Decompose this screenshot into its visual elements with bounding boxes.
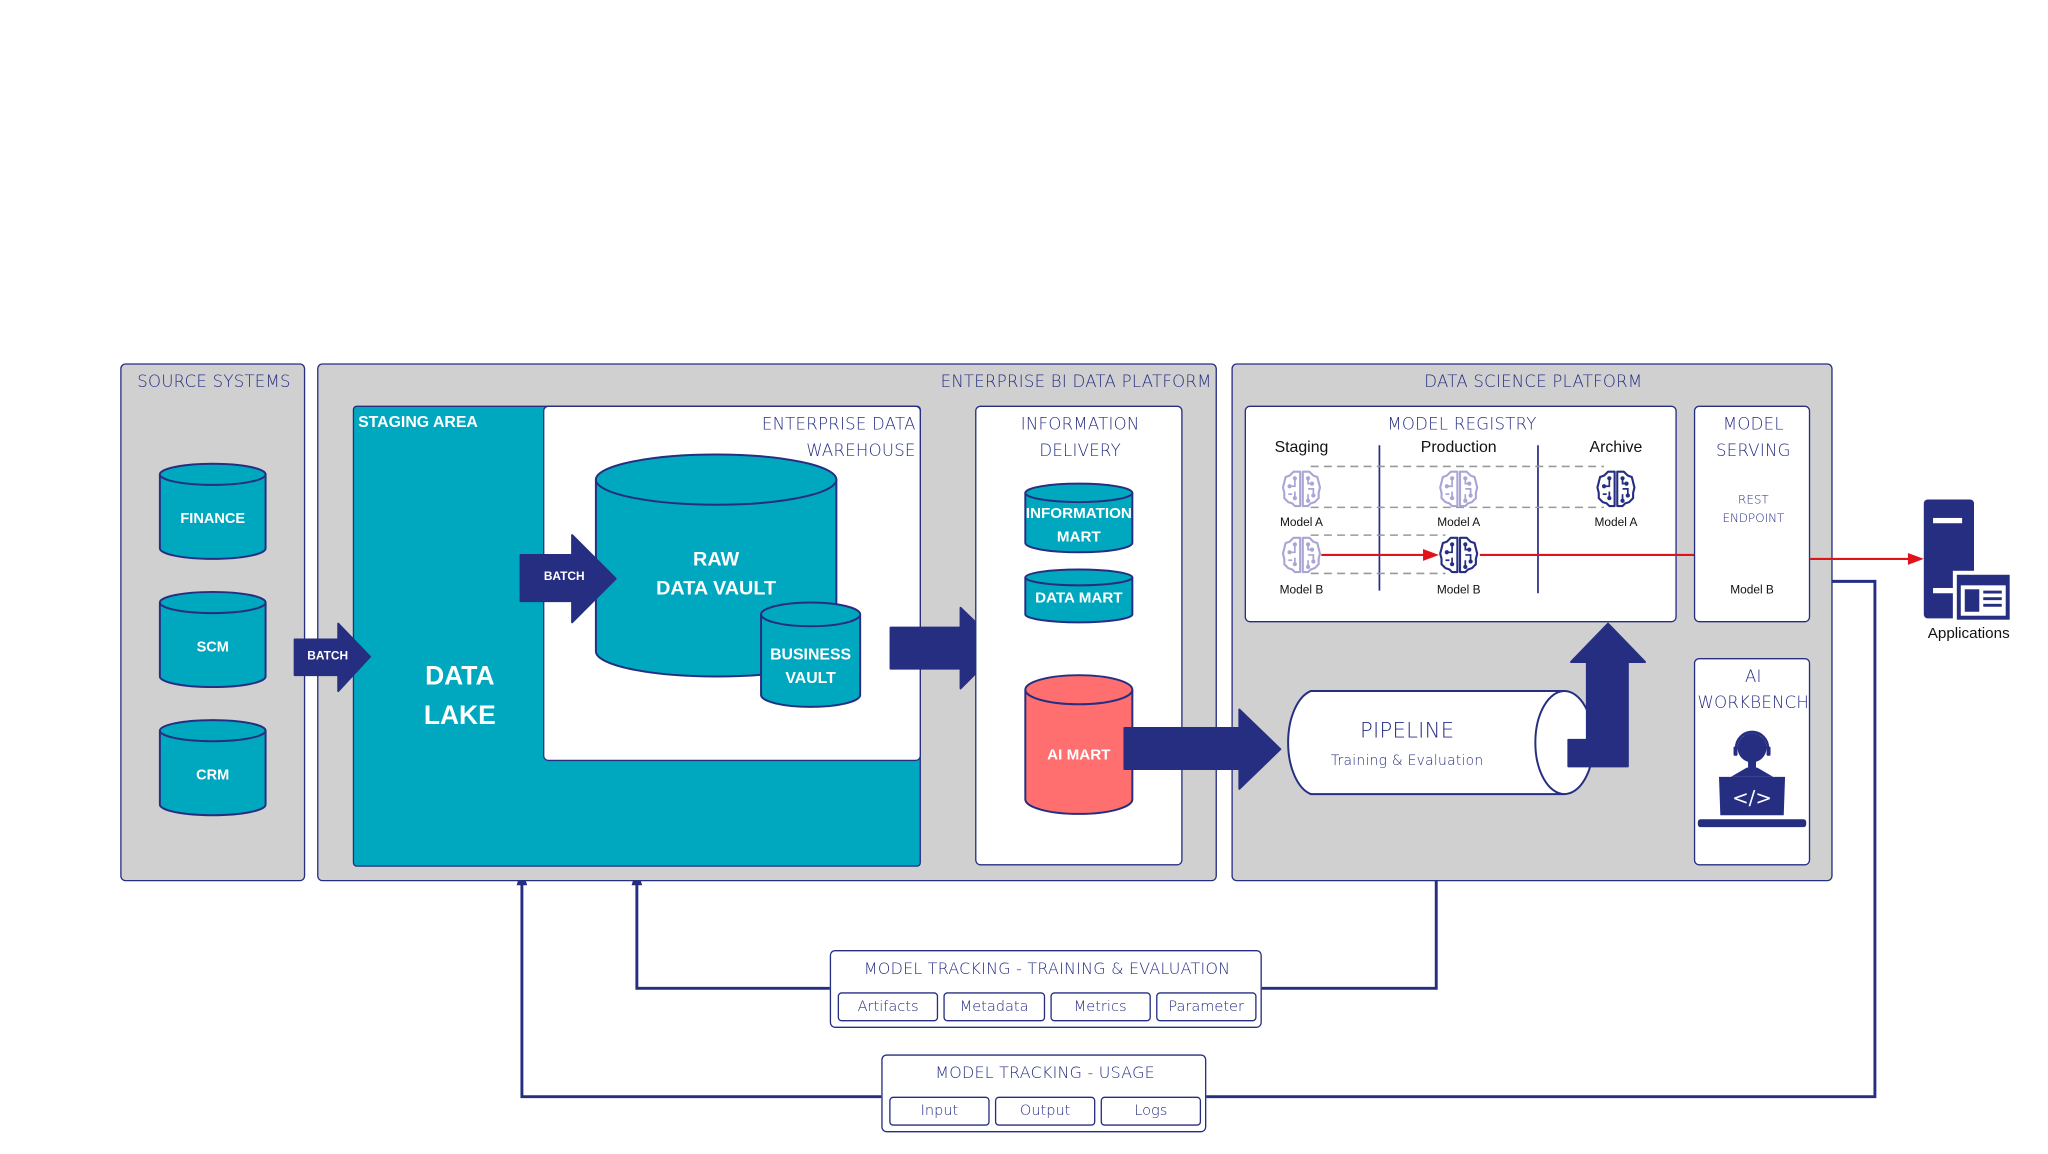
production-model-b-icon[interactable] xyxy=(1438,534,1480,576)
production-model-b-label: Model B xyxy=(1436,582,1481,596)
model-tracking-usage-title: MODEL TRACKING - USAGE xyxy=(935,1063,1155,1083)
data-lake-label: DATA LAKE xyxy=(407,657,513,736)
info-mart-line2: MART xyxy=(1056,529,1101,546)
archive-model-a-label: Model A xyxy=(1594,515,1638,529)
serving-model-label: Model B xyxy=(1730,582,1774,596)
tracking-item[interactable]: Metadata xyxy=(943,992,1045,1022)
business-vault-line2: VAULT xyxy=(785,668,836,688)
business-vault-label: BUSINESS VAULT xyxy=(760,642,862,690)
data-science-title: DATA SCIENCE PLATFORM xyxy=(1424,371,1643,392)
raw-data-vault-label: RAW DATA VAULT xyxy=(595,546,838,604)
endpoint-label: ENDPOINT xyxy=(1722,512,1785,526)
staging-model-b-icon[interactable] xyxy=(1280,534,1322,576)
data-lake-line1: DATA xyxy=(425,661,495,692)
source-db-label: FINANCE xyxy=(180,511,246,528)
production-model-a-icon[interactable] xyxy=(1438,468,1480,510)
pipeline-subtitle: Training & Evaluation xyxy=(1330,753,1484,769)
archive-model-a-icon[interactable] xyxy=(1595,468,1637,510)
info-delivery-line2: DELIVERY xyxy=(1039,439,1121,460)
data-lake-line2: LAKE xyxy=(423,701,496,731)
rest-label: REST xyxy=(1738,494,1769,508)
pipeline-to-registry-arrow xyxy=(1567,622,1646,768)
information-mart-label: INFORMATION MART xyxy=(1017,502,1140,550)
enterprise-bi-title: ENTERPRISE BI DATA PLATFORM xyxy=(940,371,1212,392)
svg-text:</>: </> xyxy=(1732,787,1772,810)
serving-title-line1: MODEL xyxy=(1722,413,1784,434)
pipeline-title: PIPELINE xyxy=(1359,717,1455,743)
info-delivery-line1: INFORMATION xyxy=(1020,413,1140,434)
ai-mart-to-pipeline-arrow xyxy=(1123,708,1282,790)
source-systems-title: SOURCE SYSTEMS xyxy=(137,371,291,392)
staging-model-b-label: Model B xyxy=(1279,582,1324,596)
business-vault-line1: BUSINESS xyxy=(770,644,852,664)
model-tracking-training-panel: MODEL TRACKING - TRAINING & EVALUATION A… xyxy=(829,950,1262,1028)
tracking-item[interactable]: Input xyxy=(889,1096,990,1126)
model-tracking-training-title: MODEL TRACKING - TRAINING & EVALUATION xyxy=(863,959,1231,978)
raw-vault-line2: DATA VAULT xyxy=(656,577,777,600)
tracking-item[interactable]: Output xyxy=(994,1096,1096,1126)
edw-title-line1: ENTERPRISE DATA xyxy=(761,413,916,434)
architecture-diagram: SOURCE SYSTEMS FINANCE SCM CRM ENTERPRISE … xyxy=(0,0,2048,1153)
staging-area-title: STAGING AREA xyxy=(358,412,478,431)
staging-model-a-icon[interactable] xyxy=(1280,468,1322,510)
rest-endpoint-label: REST ENDPOINT xyxy=(1695,492,1811,529)
data-mart-label: DATA MART xyxy=(1035,590,1123,607)
ai-mart-cylinder xyxy=(1024,674,1134,815)
staging-model-a-label: Model A xyxy=(1279,515,1323,529)
applications-label: Applications xyxy=(1927,626,2010,643)
source-db-label: CRM xyxy=(196,767,230,784)
tracking-to-lake-line xyxy=(635,882,830,990)
information-delivery-title: INFORMATION DELIVERY xyxy=(976,411,1183,464)
workbench-title-line1: AI xyxy=(1744,665,1762,686)
workbench-title-line2: WORKBENCH xyxy=(1697,692,1810,713)
model-serving-title: MODEL SERVING xyxy=(1695,411,1811,464)
raw-vault-line1: RAW xyxy=(693,548,740,571)
developer-icon[interactable]: </> xyxy=(1695,727,1809,833)
tracking-item[interactable]: Artifacts xyxy=(837,992,939,1022)
tracking-item[interactable]: Parameter xyxy=(1155,992,1257,1022)
info-mart-line1: INFORMATION xyxy=(1025,506,1132,522)
tracking-item[interactable]: Metrics xyxy=(1049,992,1151,1022)
production-model-a-label: Model A xyxy=(1437,515,1481,529)
applications-server-icon[interactable] xyxy=(1921,497,2013,624)
ai-workbench-title: AI WORKBENCH xyxy=(1695,663,1811,716)
batch-label-to-lake: BATCH xyxy=(307,648,349,662)
source-db-label: SCM xyxy=(196,639,229,656)
model-tracking-usage-panel: MODEL TRACKING - USAGE Input Output Logs xyxy=(881,1054,1207,1133)
tracking-item[interactable]: Logs xyxy=(1100,1096,1202,1126)
batch-label-to-vault: BATCH xyxy=(543,569,585,583)
serving-title-line2: SERVING xyxy=(1716,439,1791,460)
